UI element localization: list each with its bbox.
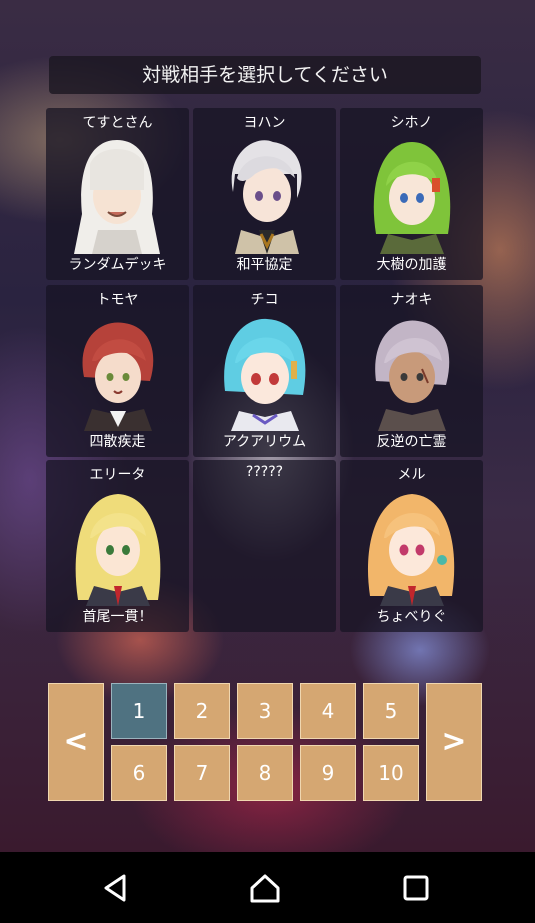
opponent-card-5[interactable]: チコ アクアリウム [193,285,336,457]
opponent-portrait-cyan-hair [215,311,314,431]
home-icon[interactable] [249,872,281,904]
page-button-7[interactable]: 7 [174,745,230,801]
opponent-portrait-hooded [68,134,167,254]
recents-square-icon[interactable] [400,872,432,904]
opponent-card-locked[interactable]: ????? [193,460,336,632]
opponent-name: エリータ [89,467,146,483]
next-page-button[interactable]: > [426,683,482,801]
page-button-9[interactable]: 9 [300,745,356,801]
opponent-name: ヨハン [243,115,286,131]
opponent-card-3[interactable]: シホノ 大樹の加護 [340,108,483,280]
opponent-card-6[interactable]: ナオキ 反逆の亡霊 [340,285,483,457]
system-navigation-bar [0,852,535,923]
opponent-name: トモヤ [96,292,139,308]
opponent-name: チコ [250,292,279,308]
opponent-deck-name: 和平協定 [236,257,293,273]
opponent-portrait-orange-hair [362,486,461,606]
opponent-deck-name: 大樹の加護 [376,257,447,273]
page-button-10[interactable]: 10 [363,745,419,801]
opponent-card-2[interactable]: ヨハン 和平協定 [193,108,336,280]
prev-page-button[interactable]: < [48,683,104,801]
page-button-2[interactable]: 2 [174,683,230,739]
page-button-5[interactable]: 5 [363,683,419,739]
opponent-deck-name: 首尾一貫！ [82,609,153,625]
page-button-8[interactable]: 8 [237,745,293,801]
opponent-deck-name: アクアリウム [222,434,307,450]
page-selector: < 1 2 3 4 5 6 7 8 9 10 > [48,683,482,803]
opponent-portrait-silver-hair [215,134,314,254]
page-button-6[interactable]: 6 [111,745,167,801]
opponent-deck-name: 四散疾走 [89,434,146,450]
opponent-name: ????? [245,464,284,480]
back-triangle-icon[interactable] [100,872,132,904]
opponent-deck-name: ちょべりぐ [376,609,447,625]
opponent-portrait-red-hair [68,311,167,431]
opponent-portrait-green-hair [362,134,461,254]
page-button-4[interactable]: 4 [300,683,356,739]
opponent-card-7[interactable]: エリータ 首尾一貫！ [46,460,189,632]
opponent-name: メル [397,467,426,483]
opponent-portrait-blonde-hair [68,486,167,606]
opponent-card-4[interactable]: トモヤ 四散疾走 [46,285,189,457]
opponent-name: ナオキ [390,292,433,308]
opponent-name: シホノ [390,115,433,131]
opponent-portrait-lavender-hair [362,311,461,431]
opponent-card-1[interactable]: てすとさん ランダムデッキ [46,108,189,280]
opponent-card-9[interactable]: メル ちょべりぐ [340,460,483,632]
opponent-grid: てすとさん ランダムデッキ ヨハン 和平協定 シホノ 大樹の加護 トモヤ 四散疾… [46,108,484,633]
opponent-deck-name: 反逆の亡霊 [376,434,447,450]
opponent-deck-name: ランダムデッキ [68,257,167,273]
opponent-name: てすとさん [82,115,153,131]
page-title: 対戦相手を選択してください [49,56,481,94]
page-button-1[interactable]: 1 [111,683,167,739]
page-button-3[interactable]: 3 [237,683,293,739]
